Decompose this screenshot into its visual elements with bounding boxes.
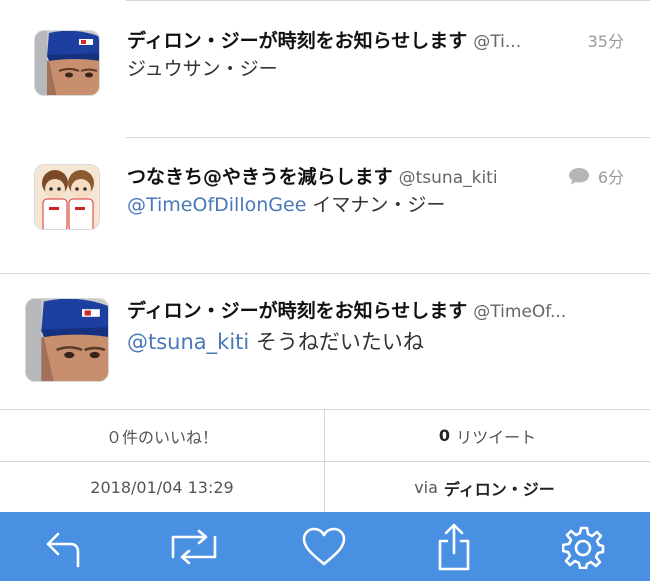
tweet-3-focused[interactable]: ディロン・ジーが時刻をお知らせします @TimeOf... @tsuna_kiti… [0,274,650,409]
avatar-dillon-gee[interactable] [25,298,109,382]
mention-link[interactable]: @TimeOfDillonGee [127,194,306,216]
action-toolbar [0,512,650,581]
via-prefix: via [414,478,438,497]
tweet-author-name[interactable]: ディロン・ジーが時刻をお知らせします @Ti... [127,26,521,53]
author-name-text: つなきち@やきうを減らします [127,166,393,188]
tweet-author-name[interactable]: ディロン・ジーが時刻をお知らせします @TimeOf... [127,296,566,323]
settings-button[interactable] [544,512,624,581]
timestamp-text: 2018/01/04 13:29 [90,478,234,497]
tweet-time: 6分 [568,164,624,188]
tweet-1[interactable]: ディロン・ジーが時刻をお知らせします @Ti... 35分 ジュウサン・ジー [0,0,650,138]
retweets-count[interactable]: 0 リツイート [325,410,650,461]
avatar-image [26,299,108,381]
likes-label: ０件のいいね！ [105,427,218,447]
tweet-text: @TimeOfDillonGee イマナン・ジー [127,190,445,217]
tweet-stats: ０件のいいね！ 0 リツイート 2018/01/04 13:29 via ディロン・… [0,409,650,513]
share-icon [438,523,470,570]
author-name-text: ディロン・ジーが時刻をお知らせします [127,30,468,52]
tweet-timestamp: 2018/01/04 13:29 [0,462,324,513]
settings-icon [562,526,605,569]
avatar-dillon-gee[interactable] [34,30,100,96]
tweet-body: そうねだいたいね [249,330,424,354]
retweet-button[interactable] [154,512,234,581]
author-handle: @tsuna_kiti [398,168,498,188]
avatar-tsuna-kiti[interactable] [34,164,100,230]
reply-icon [46,532,80,567]
tweet-body: ジュウサン・ジー [127,58,278,80]
tweet-time: 35分 [588,28,624,52]
via-source-name: ディロン・ジー [443,479,555,499]
tweet-text: ジュウサン・ジー [127,54,278,81]
author-name-text: ディロン・ジーが時刻をお知らせします [127,300,468,322]
retweet-number: 0 [438,426,451,445]
author-handle: @TimeOf... [473,302,567,322]
reply-bubble-icon [568,168,589,185]
avatar-image [35,165,99,229]
retweet-icon [171,529,217,564]
tweet-source[interactable]: via ディロン・ジー [325,462,650,513]
time-text: 35分 [587,32,624,51]
avatar-image [35,31,99,95]
reply-button[interactable] [24,512,104,581]
author-handle: @Ti... [473,32,522,52]
tweet-text: @tsuna_kiti そうねだいたいね [127,326,424,356]
like-icon [302,527,346,565]
retweet-label: リツイート [456,427,537,447]
likes-count[interactable]: ０件のいいね！ [0,410,324,461]
tweet-author-name[interactable]: つなきち@やきうを減らします @tsuna_kiti [127,162,498,189]
like-button[interactable] [284,512,364,581]
mention-link[interactable]: @tsuna_kiti [127,330,249,354]
time-text: 6分 [597,168,624,187]
tweet-2[interactable]: つなきち@やきうを減らします @tsuna_kiti 6分 @TimeOfDill… [0,138,650,274]
tweet-body: イマナン・ジー [306,194,446,216]
share-button[interactable] [414,512,494,581]
